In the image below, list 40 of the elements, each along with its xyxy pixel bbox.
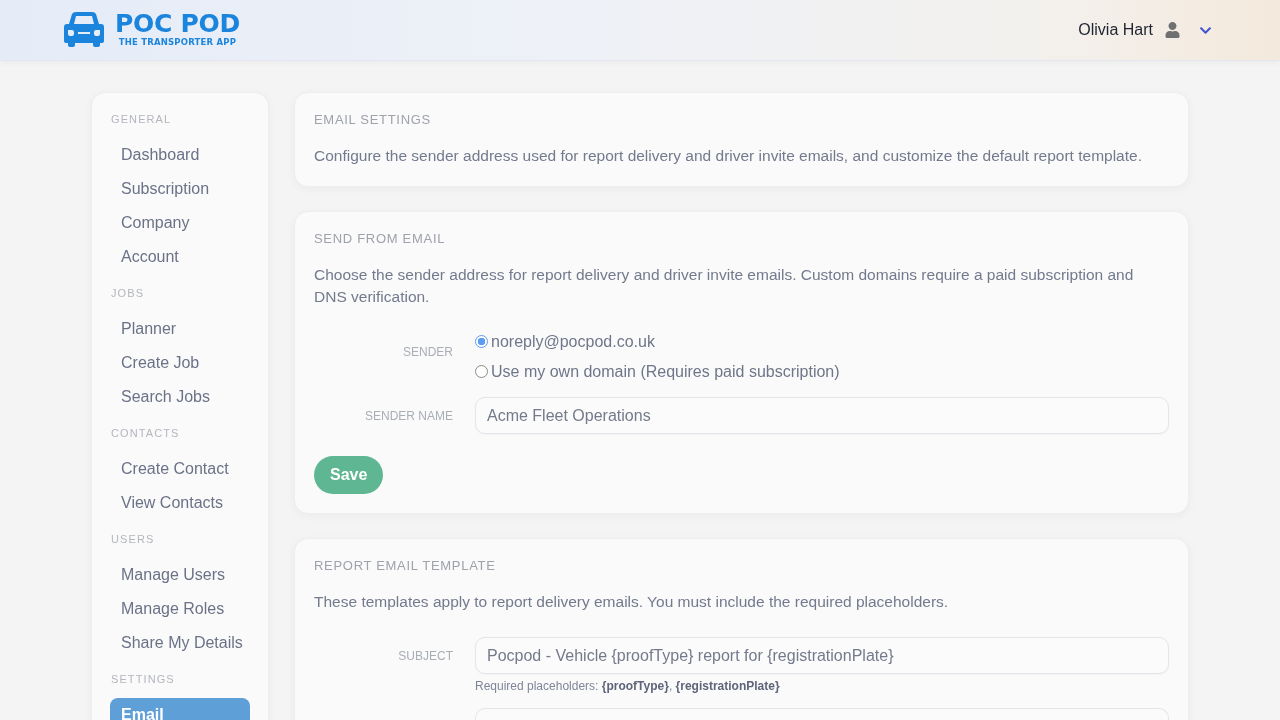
subject-input[interactable]: Pocpod - Vehicle {proofType} report for {registrationPlate}	[475, 637, 1169, 674]
radio-label[interactable]: Use my own domain (Requires paid subscription)	[491, 362, 840, 382]
sidebar-item[interactable]: Dashboard	[110, 138, 250, 172]
card-description: Choose the sender address for report delivery and driver invite emails. Custom domains require a paid subscription and DNS verification.	[314, 265, 1135, 307]
sidebar-item[interactable]: Email	[110, 698, 250, 720]
radio-label[interactable]: noreply@pocpod.co.uk	[491, 332, 655, 352]
sender-name-input[interactable]: Acme Fleet Operations	[475, 397, 1169, 434]
field-label: SUBJECT	[398, 647, 453, 664]
card-title: REPORT EMAIL TEMPLATE	[314, 558, 497, 574]
radio-button[interactable]	[475, 334, 488, 348]
sidebar-section-title: GENERAL	[111, 112, 173, 126]
card-title: EMAIL SETTINGS	[314, 112, 432, 128]
user-name: Olivia Hart	[1078, 21, 1153, 39]
sidebar-section-title: USERS	[111, 532, 156, 546]
sidebar-item[interactable]: Manage Roles	[110, 592, 250, 626]
user-icon	[1165, 22, 1180, 38]
sidebar-section-title: JOBS	[111, 286, 146, 300]
field-label: SENDER	[403, 344, 453, 360]
sidebar-item[interactable]: View Contacts	[110, 486, 250, 520]
help-text: Required placeholders: {proofType}, {registrationPlate}	[475, 678, 781, 694]
sidebar-item[interactable]: Account	[110, 240, 250, 274]
card-description: Configure the sender address used for report delivery and driver invite emails, and customize the default report template.	[314, 146, 1143, 166]
card-title: SEND FROM EMAIL	[314, 231, 447, 247]
sidebar-section-title: SETTINGS	[111, 672, 176, 686]
sidebar-item[interactable]: Search Jobs	[110, 380, 250, 414]
logo-tagline: THE TRANSPORTER APP	[118, 37, 237, 47]
body-input-field[interactable]	[475, 708, 1169, 720]
logo-title: POC POD	[115, 11, 240, 36]
sidebar-item[interactable]: Company	[110, 206, 250, 240]
car-logo-icon	[64, 11, 104, 47]
sidebar-item[interactable]: Manage Users	[110, 558, 250, 592]
sidebar-item[interactable]: Subscription	[110, 172, 250, 206]
card-description: These templates apply to report delivery emails. You must include the required placeholders.	[314, 592, 950, 612]
sidebar-item[interactable]: Planner	[110, 312, 250, 346]
sidebar-item[interactable]: Share My Details	[110, 626, 250, 660]
sidebar-item[interactable]: Create Contact	[110, 452, 250, 486]
sidebar-section-title: CONTACTS	[111, 426, 181, 440]
radio-button[interactable]	[475, 364, 488, 378]
field-label: SENDER NAME	[365, 407, 453, 424]
sidebar-item[interactable]: Create Job	[110, 346, 250, 380]
